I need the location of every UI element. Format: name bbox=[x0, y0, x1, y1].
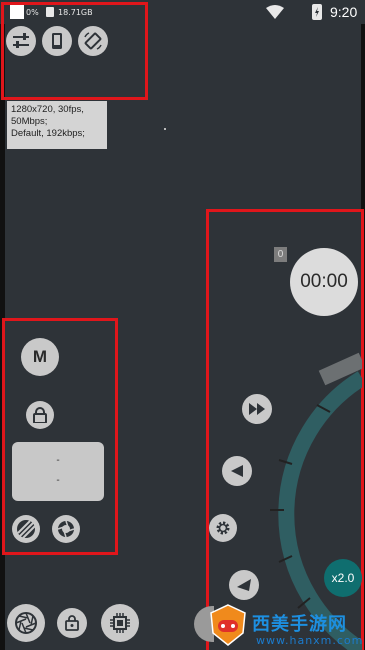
manual-mode-button[interactable]: M bbox=[21, 338, 59, 376]
recording-info: 1280x720, 30fps, 50Mbps; Default, 192kbp… bbox=[7, 101, 107, 149]
gallery-lock-icon bbox=[65, 615, 79, 631]
triangle-button[interactable] bbox=[229, 570, 259, 600]
phone-portrait-icon bbox=[52, 33, 62, 49]
sliders-icon bbox=[13, 33, 29, 48]
gallery-lock-button[interactable] bbox=[57, 608, 87, 638]
fast-forward-icon bbox=[249, 403, 265, 415]
chip-button[interactable] bbox=[101, 604, 139, 642]
wifi-icon bbox=[266, 5, 284, 19]
control-dial[interactable] bbox=[262, 350, 362, 650]
clock: 9:20 bbox=[330, 4, 358, 20]
manual-value-panel[interactable]: - - bbox=[12, 442, 104, 501]
rewind-icon bbox=[231, 465, 243, 477]
lock-button[interactable] bbox=[26, 401, 54, 429]
rotate-button[interactable] bbox=[78, 26, 108, 56]
orientation-button[interactable] bbox=[42, 26, 72, 56]
watermark-url: www.hanxm.com bbox=[256, 634, 364, 647]
fast-forward-button[interactable] bbox=[242, 394, 272, 424]
shutter-icon bbox=[15, 612, 37, 634]
panel-value-1: - bbox=[56, 455, 60, 466]
watermark-logo bbox=[210, 604, 246, 646]
audio-format: Default, 192kbps; bbox=[11, 128, 85, 139]
gear-button[interactable] bbox=[209, 514, 237, 542]
stripes-filter-button[interactable] bbox=[12, 515, 40, 543]
watermark-brand: 西美手游网 bbox=[252, 614, 347, 635]
shutter-button[interactable] bbox=[7, 604, 45, 642]
panel-value-2: - bbox=[56, 475, 60, 486]
aperture-icon bbox=[57, 520, 75, 538]
chip-icon bbox=[110, 613, 130, 633]
settings-button[interactable] bbox=[6, 26, 36, 56]
video-bitrate: 50Mbps; bbox=[11, 116, 48, 127]
clip-counter: 0 bbox=[274, 247, 287, 262]
record-timer-button[interactable]: 00:00 bbox=[290, 248, 358, 316]
zoom-button[interactable]: x2.0 bbox=[324, 559, 362, 597]
lock-icon bbox=[33, 407, 47, 423]
triangle-icon bbox=[237, 579, 251, 591]
dot bbox=[164, 128, 166, 130]
video-format: 1280x720, 30fps, bbox=[11, 104, 84, 115]
battery-icon bbox=[312, 4, 322, 20]
stripes-filter-icon bbox=[17, 520, 36, 539]
screen-rotation-icon bbox=[84, 32, 102, 50]
aperture-button[interactable] bbox=[52, 515, 80, 543]
gear-icon bbox=[216, 521, 230, 535]
rewind-button[interactable] bbox=[222, 456, 252, 486]
